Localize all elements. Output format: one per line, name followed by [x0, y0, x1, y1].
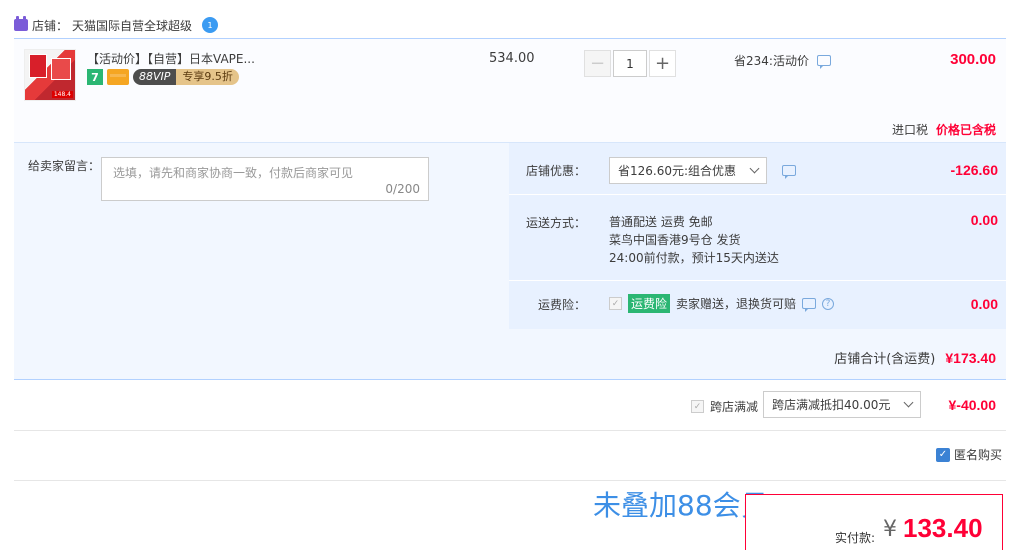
message-input[interactable]: 选填，请先和商家协商一致，付款后商家可见 0/200: [101, 157, 429, 201]
payment-currency: ¥: [883, 517, 897, 542]
quantity-decrease-button[interactable]: −: [584, 50, 611, 77]
cross-store-selected: 跨店满减抵扣40.00元: [772, 398, 891, 412]
message-counter: 0/200: [385, 182, 420, 196]
product-image-box-1: [29, 54, 47, 78]
quantity-increase-button[interactable]: +: [649, 50, 676, 77]
tax-label: 进口税: [891, 123, 928, 137]
payment-summary: 实付款: ¥ 133.40: [745, 494, 1003, 550]
discount-selected: 省126.60元:组合优惠: [618, 164, 737, 178]
item-total: 300.00: [950, 51, 996, 68]
thumbnail-price-label: 148.4: [51, 91, 73, 98]
cross-store-discount-row: ✓ 跨店满减 跨店满减抵扣40.00元 ¥-40.00: [14, 381, 1006, 431]
shop-total-value: ¥173.40: [945, 350, 996, 366]
quantity-input[interactable]: 1: [613, 50, 647, 77]
credit-card-icon: [107, 69, 129, 85]
shop-options-panel: 店铺优惠： 省126.60元:组合优惠 -126.60 运送方式： 普通配送 运…: [509, 143, 1006, 329]
unit-price: 534.00: [489, 51, 535, 66]
chevron-down-icon: [749, 163, 760, 174]
chevron-down-icon: [903, 397, 914, 408]
vip-badge: 88VIP 专享9.5折: [133, 69, 239, 85]
comment-icon[interactable]: [816, 55, 831, 69]
shop-label: 店铺：: [32, 18, 69, 33]
discount-label: 店铺优惠：: [525, 164, 586, 178]
shop-header: 店铺： 天猫国际自营全球超级 1: [14, 14, 219, 36]
product-title[interactable]: 【活动价】【自营】日本VAPE...: [87, 50, 255, 67]
shop-total-label: 店铺合计(含运费): [834, 352, 936, 367]
divider: [14, 480, 1006, 481]
message-placeholder: 选填，请先和商家协商一致，付款后商家可见: [113, 166, 354, 180]
shipping-line-1: 普通配送 运费 免邮: [609, 215, 713, 229]
vip-badge-left: 88VIP: [133, 69, 177, 85]
help-icon[interactable]: ?: [822, 297, 835, 310]
anonymous-checkbox[interactable]: ✓: [936, 447, 950, 462]
insurance-label: 运费险：: [537, 298, 586, 312]
tax-value: 价格已含税: [935, 123, 996, 137]
import-tax: 进口税 价格已含税: [892, 121, 996, 138]
saving-text: 省234:活动价: [734, 54, 809, 68]
order-item: 148.4 【活动价】【自营】日本VAPE... 7 88VIP 专享9.5折 …: [14, 38, 1006, 142]
product-thumbnail[interactable]: 148.4: [24, 49, 76, 101]
shop-total: 店铺合计(含运费) ¥173.40: [834, 348, 996, 367]
message-label: 给卖家留言：: [28, 159, 101, 173]
shipping-line-2: 菜鸟中国香港9号仓 发货: [609, 233, 741, 247]
shipping-row: 运送方式： 普通配送 运费 免邮 菜鸟中国香港9号仓 发货 24:00前付款，预…: [509, 195, 1006, 281]
order-options: 给卖家留言： 选填，请先和商家协商一致，付款后商家可见 0/200 店铺优惠： …: [14, 142, 1006, 380]
vip-badge-right: 专享9.5折: [176, 69, 239, 85]
comment-icon[interactable]: [802, 298, 817, 312]
seven-day-return-icon: 7: [87, 69, 103, 85]
anonymous-label: 匿名购买: [954, 448, 1003, 462]
shop-discount-row: 店铺优惠： 省126.60元:组合优惠 -126.60: [509, 143, 1006, 195]
insurance-checkbox[interactable]: ✓: [609, 297, 622, 310]
cross-store-select[interactable]: 跨店满减抵扣40.00元: [763, 391, 921, 418]
cross-store-label: 跨店满减: [710, 400, 759, 414]
product-tags: 7 88VIP 专享9.5折: [87, 69, 239, 85]
discount-select[interactable]: 省126.60元:组合优惠: [609, 157, 767, 184]
cross-store-checkbox[interactable]: ✓: [691, 400, 704, 413]
saving-info: 省234:活动价: [734, 52, 831, 69]
shipping-details: 普通配送 运费 免邮 菜鸟中国香港9号仓 发货 24:00前付款，预计15天内送…: [609, 213, 779, 267]
promo-annotation: 未叠加88会员: [593, 489, 769, 522]
payment-label: 实付款:: [835, 531, 876, 545]
shop-name[interactable]: 天猫国际自营全球超级: [72, 17, 192, 34]
payment-amount: 133.40: [903, 513, 983, 543]
shipping-value: 0.00: [970, 212, 998, 228]
insurance-row: 运费险： ✓ 运费险 卖家赠送，退换货可赔 ? 0.00: [509, 281, 1006, 329]
anonymous-purchase: ✓ 匿名购买: [936, 446, 1002, 463]
insurance-tag: 运费险: [628, 294, 671, 313]
chat-bubble-icon[interactable]: 1: [202, 17, 219, 33]
shipping-label: 运送方式：: [525, 216, 586, 230]
shipping-line-3: 24:00前付款，预计15天内送达: [609, 251, 779, 265]
comment-icon[interactable]: [782, 165, 796, 179]
cross-store-checkbox-group: ✓ 跨店满减: [691, 398, 758, 415]
discount-value: -126.60: [950, 162, 998, 178]
shop-icon: [14, 16, 28, 31]
insurance-detail: ✓ 运费险 卖家赠送，退换货可赔 ?: [609, 294, 835, 313]
quantity-stepper: − 1 +: [584, 50, 676, 77]
product-image-box-2: [51, 58, 71, 80]
insurance-value: 0.00: [970, 296, 998, 312]
cross-store-value: ¥-40.00: [948, 397, 996, 413]
insurance-text: 卖家赠送，退换货可赔: [676, 297, 797, 311]
